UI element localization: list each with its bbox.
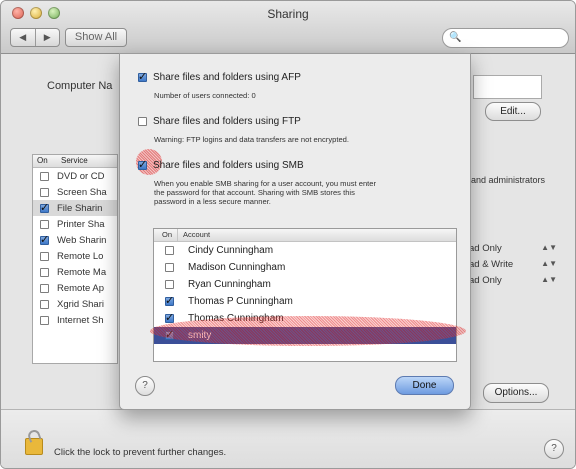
service-label: Xgrid Shari: [57, 298, 104, 310]
title-bar: Sharing ◀ ▶ Show All 🔍: [1, 1, 575, 54]
search-icon: 🔍: [449, 32, 462, 43]
service-label: Printer Sha: [57, 218, 105, 230]
account-checkbox[interactable]: [165, 246, 174, 255]
service-row[interactable]: Screen Sha: [33, 184, 117, 200]
permission-popup[interactable]: ad Only ▲▼: [469, 243, 563, 254]
service-checkbox[interactable]: [40, 251, 49, 261]
permission-popup[interactable]: ad Only ▲▼: [469, 275, 563, 286]
service-list-header: On Service: [33, 155, 117, 168]
computer-name-field[interactable]: [473, 75, 542, 99]
service-row[interactable]: Remote Ap: [33, 280, 117, 296]
lock-text: Click the lock to prevent further change…: [54, 447, 227, 458]
service-label: File Sharin: [57, 202, 103, 214]
service-checkbox[interactable]: [40, 315, 49, 325]
service-row[interactable]: Remote Lo: [33, 248, 117, 264]
account-checkbox[interactable]: [165, 263, 174, 272]
account-row[interactable]: Ryan Cunningham: [154, 276, 456, 293]
service-row[interactable]: Internet Sh: [33, 312, 117, 328]
account-row[interactable]: Madison Cunningham: [154, 259, 456, 276]
service-row[interactable]: Remote Ma: [33, 264, 117, 280]
sheet-help-button[interactable]: ?: [135, 376, 155, 396]
service-row[interactable]: Web Sharin: [33, 232, 117, 248]
smb-description-line-2: the password for that account. Sharing w…: [154, 188, 355, 197]
account-row[interactable]: Thomas P Cunningham: [154, 293, 456, 310]
account-list-header: On Account: [154, 229, 456, 242]
smb-label: Share files and folders using SMB: [153, 160, 304, 171]
popup-arrows-icon: ▲▼: [541, 259, 557, 268]
afp-option[interactable]: Share files and folders using AFP: [138, 70, 301, 83]
service-label: Remote Ma: [57, 266, 107, 278]
highlight-ellipse-marker: [150, 316, 466, 346]
lock-icon[interactable]: [25, 438, 43, 455]
permission-popup[interactable]: ad & Write ▲▼: [469, 259, 563, 270]
ftp-label: Share files and folders using FTP: [153, 116, 301, 127]
smb-description-line-3: password in a less secure manner.: [154, 197, 271, 206]
service-row[interactable]: Xgrid Shari: [33, 296, 117, 312]
service-label: Remote Lo: [57, 250, 104, 262]
on-column-header: On: [37, 156, 48, 165]
service-checkbox[interactable]: [40, 219, 49, 229]
account-checkbox[interactable]: [165, 311, 174, 324]
back-forward-buttons[interactable]: ◀ ▶: [10, 28, 60, 47]
afp-checkbox[interactable]: [138, 70, 147, 83]
options-button[interactable]: Options...: [483, 383, 549, 403]
service-checkbox[interactable]: [40, 201, 49, 214]
account-name: Cindy Cunningham: [188, 245, 274, 256]
service-checkbox[interactable]: [40, 267, 49, 277]
account-row[interactable]: Cindy Cunningham: [154, 242, 456, 259]
permission-label: ad Only: [469, 243, 502, 254]
edit-button[interactable]: Edit...: [485, 102, 541, 121]
service-checkbox[interactable]: [40, 171, 49, 181]
permission-label: ad & Write: [469, 259, 514, 270]
account-name: Ryan Cunningham: [188, 279, 271, 290]
ftp-checkbox[interactable]: [138, 117, 147, 126]
service-checkbox[interactable]: [40, 187, 49, 197]
smb-option[interactable]: Share files and folders using SMB: [138, 158, 304, 171]
show-all-button[interactable]: Show All: [65, 28, 127, 47]
smb-description-line-1: When you enable SMB sharing for a user a…: [154, 179, 377, 188]
service-label: Remote Ap: [57, 282, 104, 294]
account-name: Thomas P Cunningham: [188, 296, 293, 307]
window-title: Sharing: [267, 7, 309, 21]
service-row[interactable]: Printer Sha: [33, 216, 117, 232]
afp-description: Number of users connected: 0: [154, 91, 256, 100]
done-button[interactable]: Done: [395, 376, 454, 395]
help-button[interactable]: ?: [544, 439, 564, 459]
file-sharing-options-sheet: Share files and folders using AFP Number…: [119, 53, 471, 410]
sharing-window: Sharing ◀ ▶ Show All 🔍 Computer Na Edit.…: [0, 0, 576, 469]
service-label: Screen Sha: [57, 186, 107, 198]
service-column-header: Service: [61, 156, 88, 165]
service-row[interactable]: DVD or CD: [33, 168, 117, 184]
account-checkbox[interactable]: [165, 280, 174, 289]
afp-label: Share files and folders using AFP: [153, 72, 301, 83]
service-checkbox[interactable]: [40, 283, 49, 293]
search-field[interactable]: 🔍: [442, 28, 569, 48]
smb-checkbox[interactable]: [138, 158, 147, 171]
popup-arrows-icon: ▲▼: [541, 275, 557, 284]
service-label: Internet Sh: [57, 314, 104, 326]
forward-icon[interactable]: ▶: [34, 29, 60, 46]
account-column-header: Account: [183, 230, 211, 239]
admins-text: and administrators: [471, 175, 546, 185]
service-label: Web Sharin: [57, 234, 107, 246]
bottom-bar: [1, 409, 575, 468]
service-label: DVD or CD: [57, 170, 105, 182]
service-row[interactable]: File Sharin: [33, 200, 117, 216]
service-checkbox[interactable]: [40, 233, 49, 246]
on-column-header: On: [154, 229, 178, 241]
ftp-description: Warning: FTP logins and data transfers a…: [154, 135, 350, 144]
permission-label: ad Only: [469, 275, 502, 286]
back-icon[interactable]: ◀: [11, 29, 35, 46]
account-checkbox[interactable]: [165, 294, 174, 307]
service-list[interactable]: On Service DVD or CD Screen Sha File Sha…: [32, 154, 118, 364]
computer-name-label: Computer Na: [47, 80, 113, 92]
ftp-option[interactable]: Share files and folders using FTP: [138, 116, 301, 127]
popup-arrows-icon: ▲▼: [541, 243, 557, 252]
account-name: Madison Cunningham: [188, 262, 286, 273]
service-checkbox[interactable]: [40, 299, 49, 309]
